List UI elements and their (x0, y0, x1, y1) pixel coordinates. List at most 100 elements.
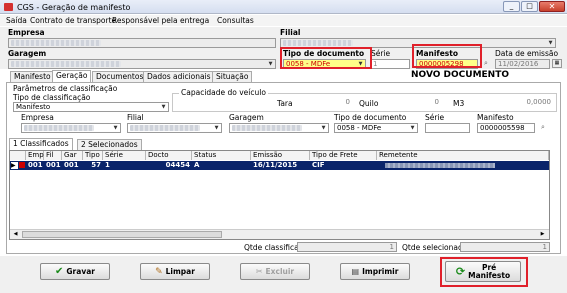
data-emissao-field[interactable]: 11/02/2016 (495, 59, 550, 69)
param-serie-label: Série (425, 113, 445, 122)
app-icon (4, 3, 13, 11)
serie-label: Série (371, 49, 391, 58)
window-title: CGS - Geração de manifesto (17, 3, 131, 12)
grid-header: Emp Fil Gar Tipo Série Docto Status Emis… (10, 151, 549, 160)
tab-situacao[interactable]: Situação (212, 71, 253, 82)
menu-responsavel[interactable]: Responsável pela entrega (112, 16, 209, 25)
col-tipo[interactable]: Tipo (83, 151, 103, 160)
cell-emp: 001 (28, 161, 43, 169)
documents-grid: Emp Fil Gar Tipo Série Docto Status Emis… (9, 150, 550, 240)
geracao-panel: Parâmetros de classificação Tipo de clas… (6, 82, 561, 254)
chevron-down-icon[interactable]: ▼ (408, 124, 417, 132)
param-tipo-documento-label: Tipo de documento (334, 113, 407, 122)
col-status[interactable]: Status (192, 151, 251, 160)
tara-label: Tara (277, 99, 293, 108)
empresa-label: Empresa (8, 28, 45, 37)
col-emp[interactable]: Emp (26, 151, 44, 160)
param-filial-field[interactable]: ▼ (127, 123, 222, 133)
minimize-button[interactable]: _ (503, 1, 520, 12)
tab-documentos[interactable]: Documentos (92, 71, 148, 82)
tipo-classificacao-select[interactable]: Manifesto ▼ (13, 102, 169, 112)
chevron-down-icon[interactable]: ▼ (546, 39, 555, 47)
col-remetente[interactable]: Remetente (377, 151, 549, 160)
quilo-label: Quilo (359, 99, 379, 108)
filial-label: Filial (280, 28, 301, 37)
col-fil[interactable]: Fil (44, 151, 62, 160)
col-emissao[interactable]: Emissão (251, 151, 310, 160)
subtab-selecionados[interactable]: 2 Selecionados (77, 139, 142, 150)
param-manifesto-field[interactable]: 0000005598 (477, 123, 535, 133)
cell-status: A (194, 161, 200, 169)
manifesto-highlight (412, 44, 482, 68)
tab-manifesto[interactable]: Manifesto (10, 71, 55, 82)
col-gar[interactable]: Gar (62, 151, 83, 160)
scroll-right-icon[interactable]: ▶ (538, 231, 547, 238)
chevron-down-icon[interactable]: ▼ (111, 124, 120, 132)
subtab-classificados[interactable]: 1 Classificados (9, 138, 73, 150)
param-garagem-label: Garagem (229, 113, 264, 122)
close-button[interactable]: ✕ (539, 1, 565, 12)
binoculars-icon[interactable]: ⌕ (481, 59, 491, 68)
cell-serie: 1 (105, 161, 110, 169)
checkmark-icon: ✔ (55, 266, 64, 277)
calendar-icon[interactable]: ▦ (552, 59, 562, 68)
data-emissao-label: Data de emissão (495, 49, 559, 58)
quilo-value: 0 (434, 98, 439, 106)
tipo-documento-highlight (280, 47, 372, 69)
tara-value: 0 (345, 98, 350, 106)
status-text: NOVO DOCUMENTO (411, 70, 509, 80)
qtde-selecionados-field: 1 (460, 242, 550, 252)
param-garagem-field[interactable]: ▼ (229, 123, 329, 133)
table-row[interactable]: ▶ 001 001 001 57 1 04454 A 16/11/2015 CI… (10, 161, 549, 170)
cell-remetente (385, 163, 495, 168)
param-serie-field[interactable] (425, 123, 470, 133)
params-group-label: Parâmetros de classificação (13, 84, 118, 93)
tab-geracao[interactable]: Geração (52, 70, 92, 82)
excluir-button[interactable]: ✂ Excluir (240, 263, 310, 280)
tab-dados-adicionais[interactable]: Dados adicionais (143, 71, 215, 82)
param-empresa-label: Empresa (21, 113, 54, 122)
scroll-thumb[interactable] (22, 231, 222, 238)
cell-frete: CIF (312, 161, 325, 169)
scroll-left-icon[interactable]: ◀ (11, 231, 20, 238)
chevron-down-icon[interactable]: ▼ (319, 124, 328, 132)
chevron-down-icon[interactable]: ▼ (266, 60, 275, 68)
menu-contrato[interactable]: Contrato de transporte (30, 16, 116, 25)
param-manifesto-label: Manifesto (477, 113, 514, 122)
garagem-label: Garagem (8, 49, 47, 58)
param-tipo-documento-select[interactable]: 0058 - MDFe ▼ (334, 123, 418, 133)
col-docto[interactable]: Docto (146, 151, 192, 160)
menu-saida[interactable]: Saída (6, 16, 27, 25)
col-serie[interactable]: Série (103, 151, 146, 160)
binoculars-icon[interactable]: ⌕ (538, 123, 548, 132)
limpar-button[interactable]: ✎ Limpar (140, 263, 210, 280)
row-pointer-icon: ▶ (11, 162, 18, 169)
qtde-classificados-field: 1 (297, 242, 397, 252)
serie-field[interactable]: 1 (370, 59, 410, 69)
m3-value: 0,0000 (526, 98, 552, 106)
tipo-classificacao-label: Tipo de classificação (13, 93, 91, 102)
grid-horizontal-scrollbar[interactable]: ◀ ▶ (10, 229, 549, 239)
menu-bar: Saída Contrato de transporte Responsável… (0, 15, 567, 26)
chevron-down-icon[interactable]: ▼ (212, 124, 221, 132)
cell-fil: 001 (46, 161, 61, 169)
row-checkbox[interactable] (19, 162, 25, 168)
capacidade-label: Capacidade do veículo (179, 88, 268, 97)
imprimir-button[interactable]: ▤ Imprimir (340, 263, 410, 280)
cell-docto: 04454 (165, 161, 190, 169)
broom-icon: ✎ (155, 266, 163, 277)
empresa-field[interactable] (8, 38, 276, 48)
m3-label: M3 (453, 99, 465, 108)
menu-consultas[interactable]: Consultas (217, 16, 254, 25)
gravar-button[interactable]: ✔ Gravar (40, 263, 110, 280)
cell-emissao: 16/11/2015 (253, 161, 298, 169)
cell-gar: 001 (64, 161, 79, 169)
close-icon: ✕ (548, 2, 556, 11)
chevron-down-icon[interactable]: ▼ (159, 103, 168, 111)
col-tipo-frete[interactable]: Tipo de Frete (310, 151, 377, 160)
param-empresa-field[interactable]: ▼ (21, 123, 121, 133)
title-bar: CGS - Geração de manifesto _ □ ✕ (0, 0, 567, 14)
delete-icon: ✂ (255, 267, 263, 276)
maximize-button[interactable]: □ (521, 1, 538, 12)
garagem-field[interactable]: ▼ (8, 59, 276, 69)
